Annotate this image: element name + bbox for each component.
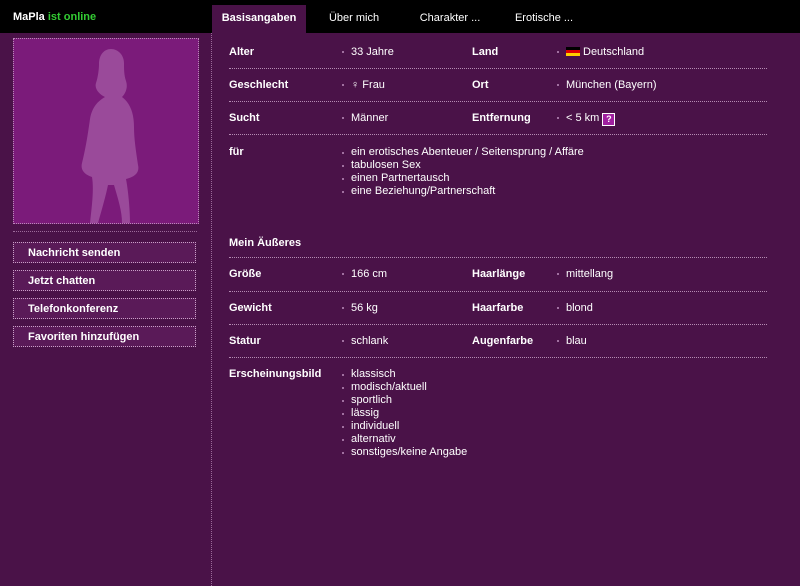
separator [229,357,767,358]
list-item: individuell [342,420,467,433]
list-item: sportlich [342,394,467,407]
tab-basisangaben[interactable]: Basisangaben [212,5,306,33]
list-item: lässig [342,407,467,420]
country-value: Deutschland [557,46,644,58]
gender-label: Geschlecht [229,79,289,91]
separator [229,101,767,102]
tab-charakter[interactable]: Charakter ... [410,5,490,33]
list-item: tabulosen Sex [342,159,584,172]
list-item: klassisch [342,368,467,381]
hair-length-value: mittellang [557,268,613,280]
list-item: einen Partnertausch [342,172,584,185]
city-value: München (Bayern) [557,79,657,91]
separator [229,291,767,292]
seeks-label: Sucht [229,112,260,124]
germany-flag-icon [566,47,580,56]
weight-label: Gewicht [229,302,272,314]
phone-conference-button[interactable]: Telefonkonferenz [13,298,196,319]
female-silhouette-icon [81,49,139,223]
hair-length-label: Haarlänge [472,268,526,280]
gender-value: ♀ Frau [342,79,385,91]
separator [229,134,767,135]
eye-color-value: blau [557,335,587,347]
username: MaPla [13,11,45,23]
for-list: ein erotisches Abenteuer / Seitensprung … [342,146,584,198]
help-icon[interactable]: ? [602,113,616,126]
tab-erotische[interactable]: Erotische ... [506,5,582,33]
height-label: Größe [229,268,262,280]
left-divider [13,231,197,232]
distance-value: < 5 km? [557,112,616,126]
city-label: Ort [472,79,489,91]
height-value: 166 cm [342,268,387,280]
build-label: Statur [229,335,261,347]
top-bar: MaPla ist online Basisangaben Über mich … [0,0,800,33]
weight-value: 56 kg [342,302,378,314]
list-item: modisch/aktuell [342,381,467,394]
online-status: ist online [47,11,97,23]
chat-now-button[interactable]: Jetzt chatten [13,270,196,291]
distance-text: < 5 km [566,112,600,124]
hair-color-value: blond [557,302,593,314]
tab-ueber-mich[interactable]: Über mich [318,5,390,33]
hair-color-label: Haarfarbe [472,302,524,314]
age-value: 33 Jahre [342,46,394,58]
build-value: schlank [342,335,388,347]
list-item: alternativ [342,433,467,446]
style-label: Erscheinungsbild [229,368,322,380]
section-title-appearance: Mein Äußeres [229,237,302,249]
style-list: klassisch modisch/aktuell sportlich läss… [342,368,467,459]
distance-label: Entfernung [472,112,531,124]
separator [229,324,767,325]
for-label: für [229,146,244,158]
country-label: Land [472,46,499,58]
eye-color-label: Augenfarbe [472,335,534,347]
profile-photo[interactable] [13,38,199,224]
country-text: Deutschland [583,46,645,58]
column-divider [211,33,212,586]
separator [229,257,767,258]
user-status: MaPla ist online [13,11,96,23]
separator [229,68,767,69]
list-item: eine Beziehung/Partnerschaft [342,185,584,198]
list-item: sonstiges/keine Angabe [342,446,467,459]
seeks-value: Männer [342,112,388,124]
add-favorite-button[interactable]: Favoriten hinzufügen [13,326,196,347]
list-item: ein erotisches Abenteuer / Seitensprung … [342,146,584,159]
send-message-button[interactable]: Nachricht senden [13,242,196,263]
age-label: Alter [229,46,255,58]
